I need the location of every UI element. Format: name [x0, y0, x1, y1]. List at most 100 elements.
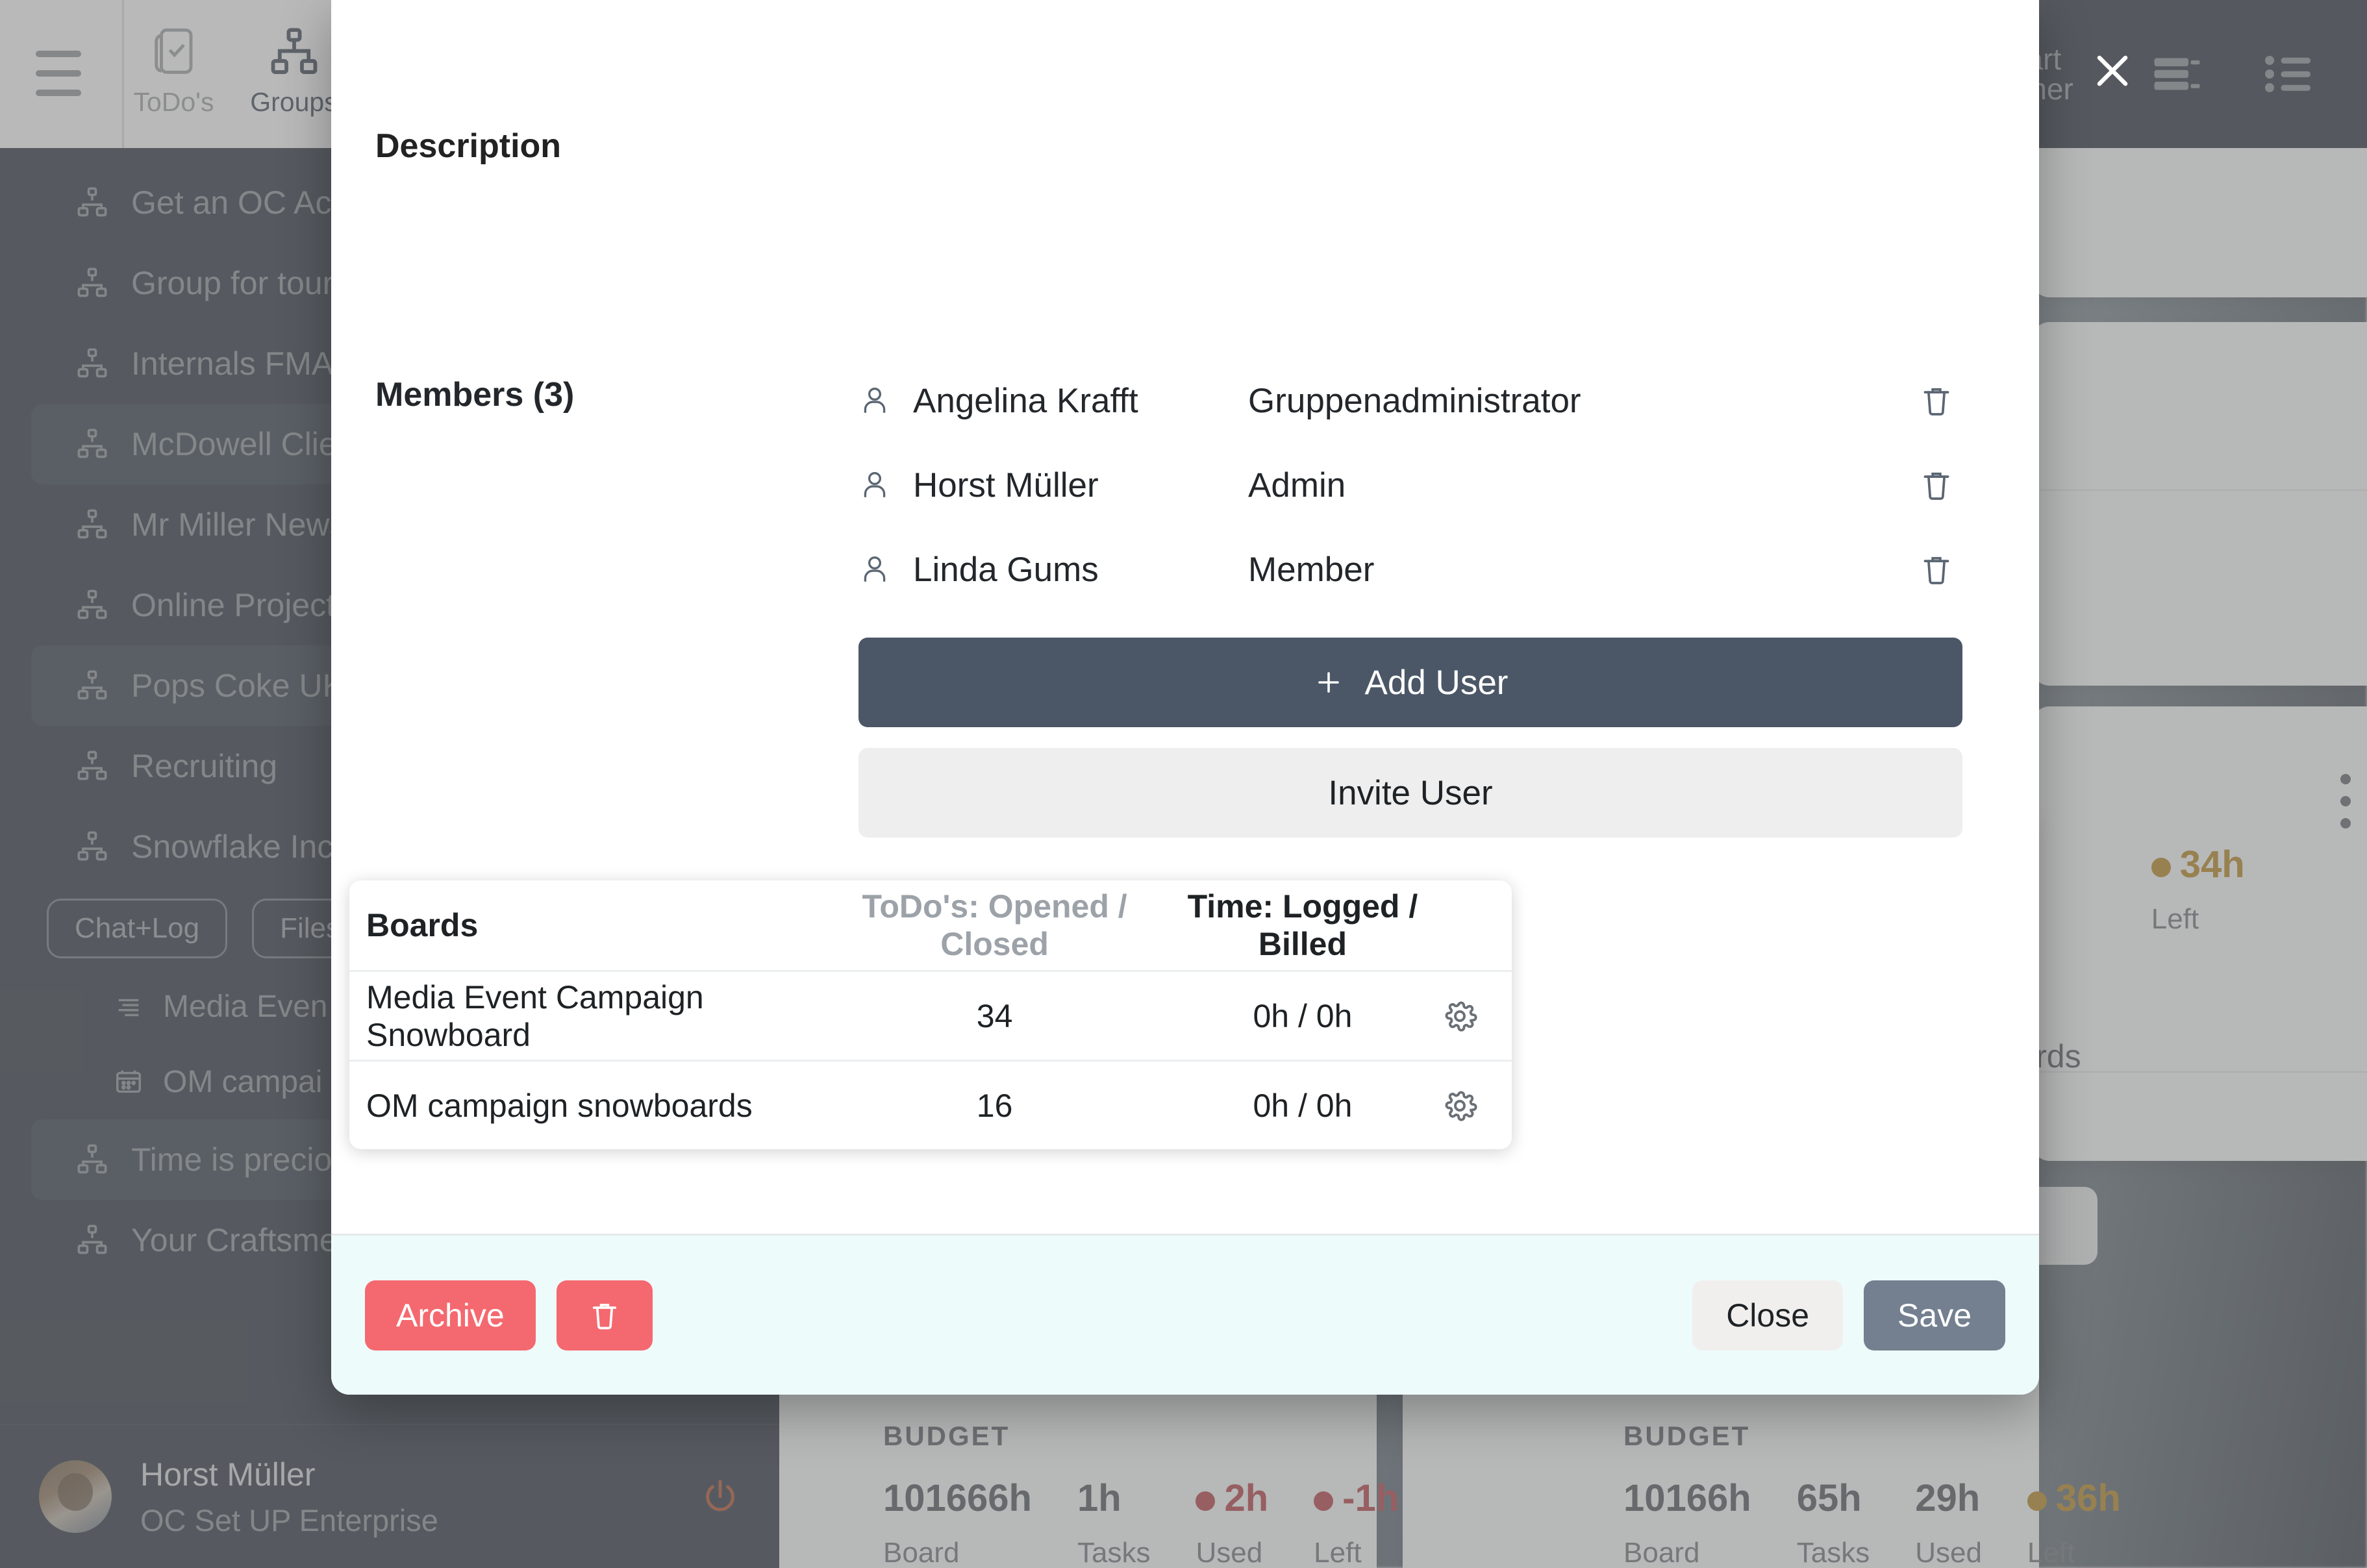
budget-left-label: Left	[2027, 1537, 2075, 1568]
org-chart-icon	[75, 1143, 109, 1176]
org-chart-icon	[75, 508, 109, 541]
delete-member-button[interactable]	[1910, 382, 1962, 419]
budget-used-label: Used	[1196, 1537, 1263, 1568]
close-icon[interactable]	[2088, 47, 2136, 95]
sidebar-item-label: Recruiting	[131, 748, 278, 784]
board-settings-button[interactable]	[1426, 997, 1494, 1035]
background-budget-left: BUDGET 101666h Board 1h Tasks 2h Used -1…	[883, 1421, 1399, 1568]
org-chart-icon	[75, 427, 109, 461]
boards-table: Boards ToDo's: Opened / Closed Time: Log…	[349, 880, 1512, 1149]
member-role: Member	[1248, 550, 1375, 589]
list-panel-icon[interactable]	[2148, 47, 2202, 101]
member-name: Horst Müller	[913, 466, 1099, 504]
budget-left-value: -1h	[1342, 1477, 1399, 1519]
budget-tasks-label: Tasks	[1796, 1537, 1870, 1568]
delete-group-button[interactable]	[556, 1280, 653, 1350]
member-name: Linda Gums	[913, 550, 1099, 589]
status-dot-amber	[2151, 857, 2171, 877]
table-row[interactable]: OM campaign snowboards 16 0h / 0h	[349, 1060, 1512, 1149]
save-button[interactable]: Save	[1864, 1280, 2005, 1350]
member-name: Angelina Krafft	[913, 381, 1138, 420]
gear-icon	[1441, 997, 1479, 1035]
status-dot-red	[1196, 1491, 1216, 1511]
invite-user-label: Invite User	[1328, 773, 1493, 812]
budget-title: BUDGET	[1623, 1421, 1751, 1451]
column-header-time: Time: Logged / Billed	[1187, 888, 1418, 962]
sidebar-board-label: OM campai	[163, 1064, 323, 1099]
delete-member-button[interactable]	[1910, 551, 1962, 588]
board-settings-button[interactable]	[1426, 1087, 1494, 1125]
modal-title: Edit Group	[383, 41, 638, 96]
background-card[interactable]	[2033, 322, 2367, 686]
budget-left-value: 34h	[2179, 843, 2245, 886]
sidebar-item-label: Snowflake Inc.	[131, 828, 343, 865]
budget-tasks-label: Tasks	[1077, 1537, 1151, 1568]
bullet-list-icon[interactable]	[2261, 47, 2315, 101]
board-name: Media Event Campaign Snowboard	[366, 978, 704, 1053]
card-menu-icon[interactable]	[2340, 774, 2351, 828]
calendar-icon	[114, 1067, 144, 1097]
budget-board-label: Board	[883, 1537, 960, 1568]
tab-todos[interactable]: ToDo's	[114, 13, 234, 118]
sidebar-item-label: Your Craftsmen	[131, 1222, 356, 1258]
gear-icon	[1441, 1087, 1479, 1125]
budget-tasks-value: 65h	[1796, 1477, 1862, 1519]
trash-icon	[1918, 467, 1955, 503]
org-chart-icon	[75, 669, 109, 703]
trash-icon	[1918, 551, 1955, 588]
sidebar-item-label: Internals FMA	[131, 345, 334, 382]
plus-icon	[1313, 667, 1344, 698]
org-chart-icon	[75, 588, 109, 622]
org-chart-icon	[75, 347, 109, 380]
edit-group-modal: Description Members (3) Angelina Krafft …	[331, 0, 2039, 1395]
background-card[interactable]	[2033, 148, 2367, 297]
sidebar-item-label: Online Project	[131, 587, 336, 623]
budget-left-value: 36h	[2055, 1477, 2121, 1519]
board-time: 0h / 0h	[1253, 1087, 1353, 1124]
status-dot-amber	[2027, 1491, 2047, 1511]
power-icon[interactable]	[700, 1476, 740, 1517]
modal-body: Description Members (3) Angelina Krafft …	[331, 0, 2039, 1234]
trash-icon	[1918, 382, 1955, 419]
members-list: Angelina Krafft Gruppenadministrator Hor…	[858, 358, 1962, 612]
org-chart-icon	[75, 186, 109, 219]
member-role: Gruppenadministrator	[1248, 381, 1581, 420]
table-header-row: Boards ToDo's: Opened / Closed Time: Log…	[349, 880, 1512, 970]
description-label: Description	[375, 127, 562, 165]
user-org: OC Set UP Enterprise	[140, 1502, 438, 1537]
sidebar-item-label: Group for tour	[131, 265, 334, 301]
divider	[122, 0, 124, 148]
add-user-label: Add User	[1364, 663, 1509, 702]
card-divider	[2033, 490, 2367, 491]
user-icon	[858, 553, 891, 586]
invite-user-button[interactable]: Invite User	[858, 748, 1962, 838]
trash-icon	[588, 1299, 621, 1332]
chat-log-chip[interactable]: Chat+Log	[47, 899, 228, 958]
member-role: Admin	[1248, 466, 1346, 504]
user-icon	[858, 384, 891, 417]
card-divider	[2033, 1071, 2367, 1073]
delete-member-button[interactable]	[1910, 467, 1962, 503]
user-profile[interactable]: Horst Müller OC Set UP Enterprise	[0, 1424, 779, 1568]
close-button[interactable]: Close	[1692, 1280, 1844, 1350]
sidebar-board-label: Media Even	[163, 989, 328, 1024]
budget-board-value: 10166h	[1623, 1477, 1751, 1519]
budget-used-value: 29h	[1915, 1477, 1981, 1519]
column-header-todos: ToDo's: Opened / Closed	[862, 888, 1127, 962]
background-budget-right: BUDGET 10166h Board 65h Tasks 29h Used 3…	[1623, 1421, 2121, 1568]
archive-button[interactable]: Archive	[365, 1280, 536, 1350]
sidebar-item-label: McDowell Clien	[131, 426, 355, 462]
budget-board-label: Board	[1623, 1537, 1700, 1568]
board-todos: 16	[976, 1087, 1013, 1124]
budget-title: BUDGET	[883, 1421, 1010, 1451]
user-icon	[858, 469, 891, 501]
table-row[interactable]: Media Event Campaign Snowboard 34 0h / 0…	[349, 970, 1512, 1060]
org-chart-icon	[75, 266, 109, 300]
budget-left-label: Left	[1314, 1537, 1362, 1568]
modal-footer: Archive Close Save	[331, 1234, 2039, 1395]
avatar	[39, 1460, 112, 1533]
hamburger-icon[interactable]	[36, 51, 81, 96]
add-user-button[interactable]: Add User	[858, 638, 1962, 727]
board-name: OM campaign snowboards	[366, 1087, 753, 1124]
background-card[interactable]: 32h Used 34h Left e boards	[1948, 706, 2367, 1265]
